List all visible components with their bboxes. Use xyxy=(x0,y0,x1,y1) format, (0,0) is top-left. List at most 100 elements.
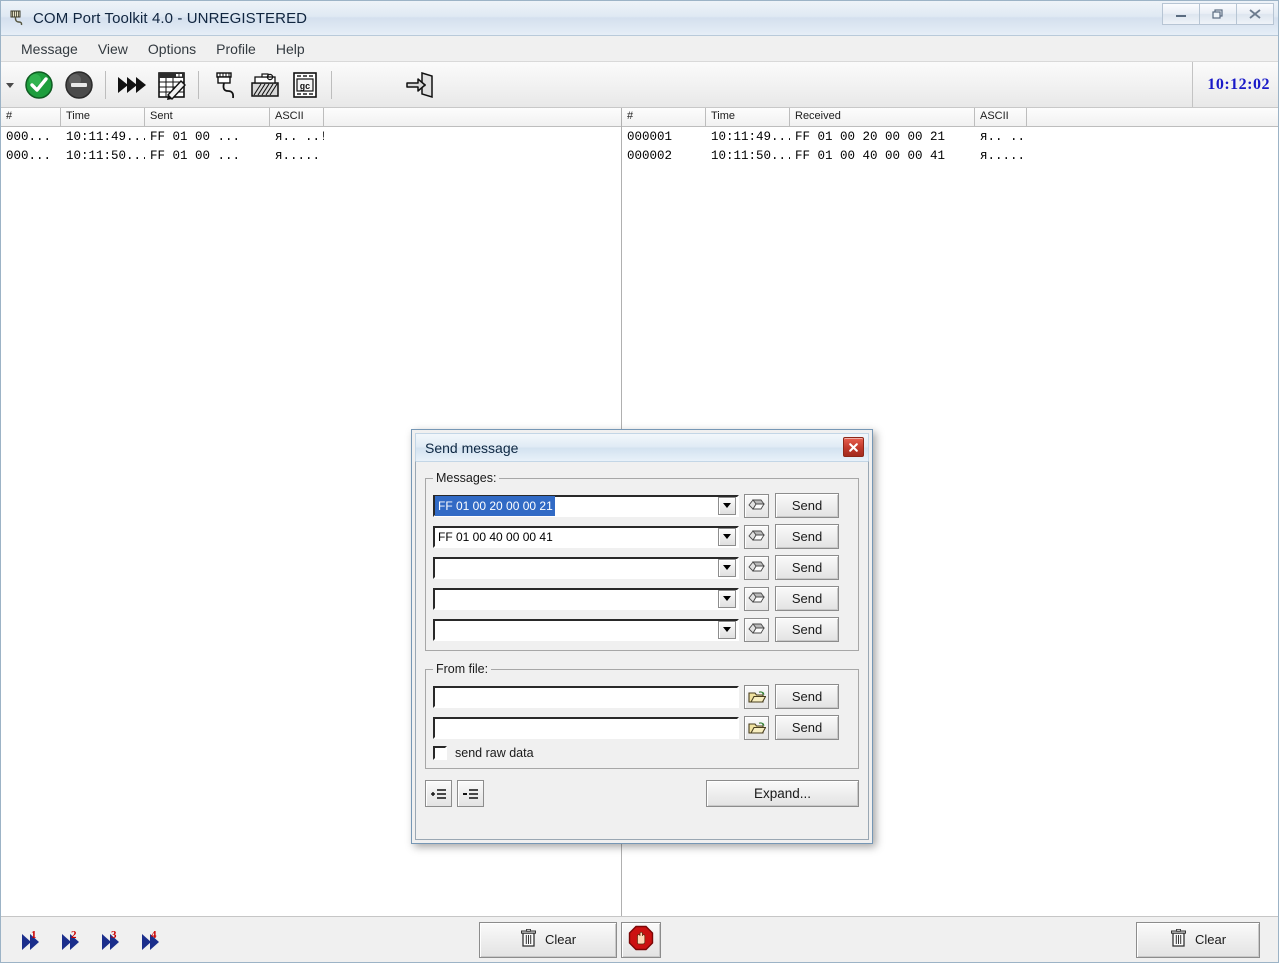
send-message-2-button[interactable]: Send xyxy=(775,524,839,549)
toolbar: gc 10:12:02 xyxy=(1,62,1278,108)
received-column-number[interactable]: # xyxy=(622,108,706,126)
from-file-group: From file: Send Send send raw data xyxy=(425,662,859,769)
exit-button[interactable] xyxy=(400,65,440,105)
fast-forward-2-icon[interactable]: 2 xyxy=(61,928,87,952)
send-message-1-button[interactable]: Send xyxy=(775,493,839,518)
restore-icon[interactable] xyxy=(1199,3,1237,25)
chevron-down-icon[interactable] xyxy=(718,527,736,546)
file-path-input-2[interactable] xyxy=(433,716,739,739)
expand-button[interactable]: Expand... xyxy=(706,780,859,807)
sent-column-number[interactable]: # xyxy=(1,108,61,126)
disconnect-button[interactable] xyxy=(59,65,99,105)
menu-item-profile[interactable]: Profile xyxy=(206,39,266,59)
chevron-down-icon[interactable] xyxy=(718,496,736,515)
fast-forward-3-icon[interactable]: 3 xyxy=(101,928,127,952)
message-combo-5[interactable] xyxy=(433,618,739,641)
send-raw-data-checkbox[interactable] xyxy=(433,746,447,760)
svg-text:gc: gc xyxy=(300,82,311,92)
sent-column-time[interactable]: Time xyxy=(61,108,145,126)
quick-send-group: 1 2 3 4 xyxy=(1,928,167,952)
com-port-plug-icon xyxy=(7,8,27,28)
clear-sent-button[interactable]: Clear xyxy=(479,921,617,958)
message-row: Send xyxy=(433,555,851,580)
send-message-5-button[interactable]: Send xyxy=(775,617,839,642)
menu-bar: Message View Options Profile Help xyxy=(1,36,1278,62)
add-line-icon[interactable] xyxy=(425,780,452,807)
sent-column-filler xyxy=(324,108,621,126)
menu-item-help[interactable]: Help xyxy=(266,39,315,59)
eraser-icon[interactable] xyxy=(744,617,769,642)
received-column-received[interactable]: Received xyxy=(790,108,975,126)
message-combo-4[interactable] xyxy=(433,587,739,610)
messages-group-label: Messages: xyxy=(436,471,497,485)
sent-cell-number: 000... xyxy=(6,148,52,163)
received-cell-data: FF 01 00 40 00 00 41 xyxy=(795,148,946,163)
status-bar: 1 2 3 4 Clear Clear xyxy=(1,916,1278,962)
received-column-time[interactable]: Time xyxy=(706,108,790,126)
close-icon[interactable] xyxy=(843,437,864,457)
script-button[interactable]: gc xyxy=(285,65,325,105)
chevron-down-icon[interactable] xyxy=(718,589,736,608)
received-cell-ascii: я.. ..! xyxy=(980,129,1027,144)
sent-column-sent[interactable]: Sent xyxy=(145,108,270,126)
message-row: FF 01 00 40 00 00 41 Send xyxy=(433,524,851,549)
table-row[interactable]: 000001 10:11:49.... FF 01 00 20 00 00 21… xyxy=(622,127,1278,146)
close-icon[interactable] xyxy=(1236,3,1274,25)
trash-icon xyxy=(1170,928,1187,951)
clear-received-label: Clear xyxy=(1194,932,1227,947)
table-row[interactable]: 000002 10:11:50.... FF 01 00 40 00 00 41… xyxy=(622,146,1278,165)
svg-text:3: 3 xyxy=(111,929,117,941)
chevron-down-icon[interactable] xyxy=(718,620,736,639)
message-row: FF 01 00 20 00 00 21 Send xyxy=(433,493,851,518)
send-message-3-button[interactable]: Send xyxy=(775,555,839,580)
edit-table-button[interactable] xyxy=(152,65,192,105)
port-settings-button[interactable] xyxy=(205,65,245,105)
table-row[interactable]: 000... 10:11:50.... FF 01 00 ... я..... xyxy=(1,146,621,165)
red-stop-hand-icon xyxy=(628,925,654,954)
menu-item-view[interactable]: View xyxy=(88,39,138,59)
send-file-2-button[interactable]: Send xyxy=(775,715,839,740)
toolbar-group-send xyxy=(112,62,192,107)
send-all-button[interactable] xyxy=(112,65,152,105)
file-path-input-1[interactable] xyxy=(433,685,739,708)
fast-forward-4-icon[interactable]: 4 xyxy=(141,928,167,952)
messages-group: Messages: FF 01 00 20 00 00 21 Send FF 0… xyxy=(425,471,859,651)
received-cell-number: 000002 xyxy=(627,148,673,163)
send-file-1-button[interactable]: Send xyxy=(775,684,839,709)
send-raw-data-row: send raw data xyxy=(433,746,851,760)
received-cell-data: FF 01 00 20 00 00 21 xyxy=(795,129,946,144)
sent-pane-actions: Clear xyxy=(479,921,661,958)
dialog-body: Messages: FF 01 00 20 00 00 21 Send FF 0… xyxy=(415,461,869,840)
minimize-icon[interactable] xyxy=(1162,3,1200,25)
message-combo-3[interactable] xyxy=(433,556,739,579)
stop-button[interactable] xyxy=(621,921,661,958)
send-message-dialog: Send message Messages: FF 01 00 20 00 00… xyxy=(411,429,873,844)
remove-line-icon[interactable] xyxy=(457,780,484,807)
open-folder-icon[interactable] xyxy=(744,684,769,709)
menu-item-message[interactable]: Message xyxy=(11,39,88,59)
sent-column-ascii[interactable]: ASCII xyxy=(270,108,324,126)
menu-item-options[interactable]: Options xyxy=(138,39,206,59)
received-list-header: # Time Received ASCII xyxy=(622,108,1278,127)
message-combo-2[interactable]: FF 01 00 40 00 00 41 xyxy=(433,525,739,548)
chevron-down-icon[interactable] xyxy=(718,558,736,577)
message-combo-1[interactable]: FF 01 00 20 00 00 21 xyxy=(433,494,739,517)
svg-text:4: 4 xyxy=(151,929,157,941)
received-column-ascii[interactable]: ASCII xyxy=(975,108,1027,126)
eraser-icon[interactable] xyxy=(744,493,769,518)
eraser-icon[interactable] xyxy=(744,555,769,580)
connect-button[interactable] xyxy=(19,65,59,105)
chevron-down-icon[interactable] xyxy=(1,65,19,105)
open-folder-icon[interactable] xyxy=(744,715,769,740)
send-message-4-button[interactable]: Send xyxy=(775,586,839,611)
eraser-icon[interactable] xyxy=(744,586,769,611)
clear-received-button[interactable]: Clear xyxy=(1136,921,1260,958)
file-row: Send xyxy=(433,684,851,709)
toolbox-button[interactable] xyxy=(245,65,285,105)
fast-forward-1-icon[interactable]: 1 xyxy=(21,928,47,952)
dialog-title-bar[interactable]: Send message xyxy=(415,433,869,461)
eraser-icon[interactable] xyxy=(744,524,769,549)
table-row[interactable]: 000... 10:11:49.... FF 01 00 ... я.. ..! xyxy=(1,127,621,146)
toolbar-separator xyxy=(105,70,106,99)
sent-cell-ascii: я..... xyxy=(275,148,321,163)
